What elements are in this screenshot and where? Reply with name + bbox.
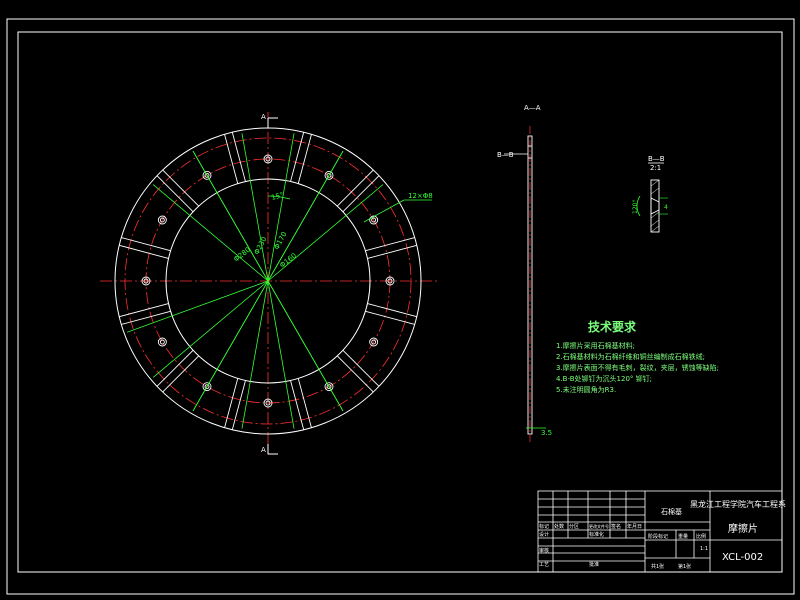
design-label: 设计 bbox=[539, 531, 549, 538]
technical-requirements: 技术要求 1.摩擦片采用石棉基材料; 2.石棉基材料为石棉纤维和铜丝编制成石棉铁… bbox=[556, 318, 719, 396]
dim-hole-count: 12×Φ8 bbox=[408, 192, 433, 200]
detail-dim-angle: 120° bbox=[632, 200, 639, 214]
revision-header-zone: 分区 bbox=[569, 523, 579, 530]
revision-header-docno: 更改文件号 bbox=[589, 523, 609, 529]
engineering-drawing: Φ280 Φ230 Φ160 Φ170 15° 12×Φ8 A A A—A B—… bbox=[0, 0, 800, 600]
tech-requirement-5: 5.未注明圆角为R3. bbox=[556, 386, 617, 394]
revision-header-date: 年月日 bbox=[627, 523, 642, 530]
tech-requirements-title: 技术要求 bbox=[588, 320, 637, 334]
bb-callout-label: B—B bbox=[497, 151, 514, 159]
section-label-a-top: A bbox=[261, 113, 266, 121]
thickness-dim: 3.5 bbox=[541, 429, 552, 437]
school-name: 黑龙江工程学院汽车工程系 bbox=[690, 499, 786, 509]
drawing-number: XCL-002 bbox=[722, 552, 763, 563]
tech-requirement-3: 3.摩擦片表面不得有毛刺，裂纹，夹层，锈蚀等缺陷; bbox=[556, 364, 720, 372]
standard-label: 标准化 bbox=[589, 531, 604, 538]
side-view-title: A—A bbox=[524, 104, 541, 112]
material-text: 石棉基 bbox=[661, 507, 682, 516]
review-label: 审核 bbox=[539, 547, 549, 554]
revision-header-mark: 标记 bbox=[539, 523, 549, 530]
detail-dim-depth: 4 bbox=[664, 204, 668, 211]
scale-value: 1:1 bbox=[700, 546, 708, 552]
tech-requirement-2: 2.石棉基材料为石棉纤维和铜丝编制成石棉铁绒; bbox=[556, 353, 706, 361]
section-label-a-bottom: A bbox=[261, 446, 266, 454]
sheet-total: 共1张 bbox=[651, 563, 664, 570]
mark-label-weight: 重量 bbox=[678, 533, 688, 540]
tech-requirement-4: 4.B-B处铆钉为沉头120° 铆钉; bbox=[556, 375, 653, 383]
part-name: 摩擦片 bbox=[728, 522, 758, 535]
revision-header-count: 处数 bbox=[554, 523, 564, 530]
tech-requirement-1: 1.摩擦片采用石棉基材料; bbox=[556, 342, 636, 350]
approve-label: 批准 bbox=[589, 561, 599, 568]
revision-header-sign: 签名 bbox=[611, 523, 621, 530]
detail-scale: 2:1 bbox=[650, 164, 661, 172]
sheet-number: 第1张 bbox=[678, 563, 691, 570]
mark-label-scale: 比例 bbox=[696, 533, 706, 540]
detail-title: B—B bbox=[648, 155, 665, 163]
mark-label-stage: 阶段标记 bbox=[648, 533, 668, 540]
process-label: 工艺 bbox=[539, 562, 549, 568]
